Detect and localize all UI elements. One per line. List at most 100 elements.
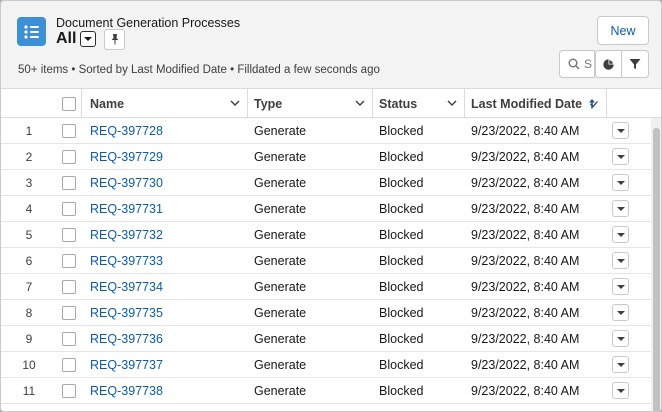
chevron-down-icon[interactable] (354, 97, 366, 109)
row-actions-chevron-down-icon[interactable] (612, 278, 629, 295)
record-name-link[interactable]: REQ-397730 (90, 170, 163, 196)
record-status: Blocked (379, 124, 424, 138)
row-actions-chevron-down-icon[interactable] (612, 122, 629, 139)
record-status: Blocked (379, 228, 424, 242)
record-last-modified: 9/23/2022, 8:40 AM (471, 384, 580, 398)
record-last-modified: 9/23/2022, 8:40 AM (471, 176, 580, 190)
row-number: 4 (25, 202, 33, 216)
record-type: Generate (254, 124, 307, 138)
record-name-link[interactable]: REQ-397735 (90, 300, 163, 326)
chevron-down-icon[interactable] (446, 97, 458, 109)
record-type: Generate (254, 176, 307, 190)
record-status: Blocked (379, 306, 424, 320)
record-status: Blocked (379, 280, 424, 294)
chevron-down-icon[interactable] (229, 97, 241, 109)
column-header-type[interactable]: Type (247, 89, 372, 118)
row-number: 5 (25, 228, 33, 242)
row-actions-chevron-down-icon[interactable] (612, 330, 629, 347)
row-actions-chevron-down-icon[interactable] (612, 356, 629, 373)
row-checkbox[interactable] (62, 150, 76, 164)
row-actions-chevron-down-icon[interactable] (612, 304, 629, 321)
row-checkbox[interactable] (62, 384, 76, 398)
table-row: 11 REQ-397738 Generate Blocked 9/23/2022, 8:… (1, 378, 651, 404)
table-row: 9 REQ-397736 Generate Blocked 9/23/2022, 8:4… (1, 326, 651, 352)
row-number: 11 (22, 384, 36, 398)
record-name-link[interactable]: REQ-397731 (90, 196, 163, 222)
record-status: Blocked (379, 176, 424, 190)
view-name[interactable]: All (56, 30, 76, 48)
row-checkbox[interactable] (62, 358, 76, 372)
row-actions-chevron-down-icon[interactable] (612, 226, 629, 243)
list-view-header: Document Generation Processes All New 50… (1, 1, 661, 88)
table-row: 3 REQ-397730 Generate Blocked 9/23/2022, 8:4… (1, 170, 651, 196)
record-type: Generate (254, 254, 307, 268)
row-select-cell (62, 144, 76, 170)
record-name-link[interactable]: REQ-397738 (90, 378, 163, 404)
row-actions-chevron-down-icon[interactable] (612, 382, 629, 399)
search-input[interactable]: S (559, 50, 595, 78)
row-checkbox[interactable] (62, 332, 76, 346)
row-checkbox[interactable] (62, 228, 76, 242)
column-divider (606, 89, 607, 118)
record-last-modified: 9/23/2022, 8:40 AM (471, 306, 580, 320)
scrollbar-thumb[interactable] (653, 128, 660, 411)
column-label-name: Name (90, 96, 125, 111)
row-checkbox[interactable] (62, 254, 76, 268)
record-last-modified: 9/23/2022, 8:40 AM (471, 332, 580, 346)
record-type: Generate (254, 202, 307, 216)
record-name-link[interactable]: REQ-397734 (90, 274, 163, 300)
column-label-status: Status (379, 96, 418, 111)
column-header-status[interactable]: Status (372, 89, 464, 118)
row-checkbox[interactable] (62, 280, 76, 294)
row-checkbox[interactable] (62, 202, 76, 216)
checkmark-icon[interactable] (589, 99, 599, 109)
view-switcher-chevron-down-icon[interactable] (80, 31, 97, 47)
filter-icon[interactable] (622, 50, 649, 78)
select-all-checkbox[interactable] (62, 96, 76, 111)
column-label-date: Last Modified Date (471, 96, 583, 111)
row-checkbox[interactable] (62, 124, 76, 138)
chart-icon[interactable] (595, 50, 622, 78)
record-type: Generate (254, 384, 307, 398)
column-header-date[interactable]: Last Modified Date (464, 89, 606, 118)
record-name-link[interactable]: REQ-397737 (90, 352, 163, 378)
row-actions-chevron-down-icon[interactable] (612, 148, 629, 165)
row-select-cell (62, 196, 76, 222)
table-row: 6 REQ-397733 Generate Blocked 9/23/2022, 8:4… (1, 248, 651, 274)
row-number: 10 (22, 358, 36, 372)
pin-icon[interactable] (104, 28, 126, 50)
row-select-cell (62, 300, 76, 326)
row-number: 6 (25, 254, 33, 268)
column-header-name[interactable]: Name (81, 89, 247, 118)
record-name-link[interactable]: REQ-397729 (90, 144, 163, 170)
record-type: Generate (254, 306, 307, 320)
record-name-link[interactable]: REQ-397733 (90, 248, 163, 274)
row-checkbox[interactable] (62, 306, 76, 320)
record-last-modified: 9/23/2022, 8:40 AM (471, 228, 580, 242)
table-row: 8 REQ-397735 Generate Blocked 9/23/2022, 8:4… (1, 300, 651, 326)
table-row: 1 REQ-397728 Generate Blocked 9/23/2022, 8:4… (1, 118, 651, 144)
table-row: 10 REQ-397737 Generate Blocked 9/23/2022, 8:… (1, 352, 651, 378)
row-number: 8 (25, 306, 33, 320)
list-view-selector: All (56, 28, 126, 50)
row-actions-chevron-down-icon[interactable] (612, 174, 629, 191)
record-last-modified: 9/23/2022, 8:40 AM (471, 202, 580, 216)
row-select-cell (62, 352, 76, 378)
record-name-link[interactable]: REQ-397732 (90, 222, 163, 248)
record-status: Blocked (379, 332, 424, 346)
table-header: Name Type Status Last Modified Date (1, 89, 661, 118)
record-status: Blocked (379, 358, 424, 372)
row-checkbox[interactable] (62, 176, 76, 190)
row-number: 3 (25, 176, 33, 190)
row-actions-chevron-down-icon[interactable] (612, 252, 629, 269)
record-name-link[interactable]: REQ-397728 (90, 118, 163, 144)
list-metadata: 50+ items • Sorted by Last Modified Date… (18, 64, 380, 76)
record-type: Generate (254, 280, 307, 294)
row-actions-chevron-down-icon[interactable] (612, 200, 629, 217)
records-table: Name Type Status Last Modified Date 1 REQ… (1, 88, 661, 411)
select-all-checkbox-cell (62, 89, 76, 118)
list-view-window: Document Generation Processes All New 50… (0, 0, 662, 412)
record-status: Blocked (379, 150, 424, 164)
record-name-link[interactable]: REQ-397736 (90, 326, 163, 352)
new-button[interactable]: New (597, 16, 649, 45)
